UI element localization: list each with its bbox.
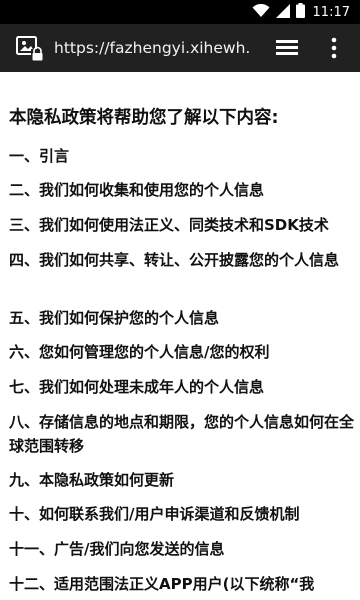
overflow-menu-icon[interactable] [326, 36, 342, 60]
page-heading: 本隐私政策将帮助您了解以下内容: [9, 108, 279, 128]
toc-item-manage-rights: 六、您如何管理您的个人信息/您的权利 [9, 343, 270, 361]
wifi-icon [252, 3, 270, 22]
toc-item-protect: 五、我们如何保护您的个人信息 [9, 309, 220, 327]
status-icons: 11:17 [252, 0, 350, 24]
toc-item-minors: 七、我们如何处理未成年人的个人信息 [9, 378, 265, 396]
tabs-icon[interactable] [274, 36, 300, 60]
toc-item-sdk: 三、我们如何使用法正义、同类技术和SDK技术 [9, 216, 329, 234]
page-content: 本隐私政策将帮助您了解以下内容: 一、引言 二、我们如何收集和使用您的个人信息 … [0, 72, 360, 600]
battery-icon [295, 2, 305, 22]
toc-item-scope: 十二、适用范围法正义APP用户(以下统称“我 [9, 575, 315, 593]
site-security-icon[interactable] [16, 36, 46, 62]
browser-toolbar: https://fazhengyi.xihewh. [0, 24, 360, 72]
toc-item-contact: 十、如何联系我们/用户申诉渠道和反馈机制 [9, 505, 300, 523]
toc-item-share-transfer: 四、我们如何共享、转让、公开披露您的个人信息 [9, 251, 340, 269]
status-bar: 11:17 [0, 0, 360, 24]
status-time: 11:17 [312, 4, 350, 20]
toc-item-collect-use: 二、我们如何收集和使用您的个人信息 [9, 181, 265, 199]
toc-item-storage-transfer: 八、存储信息的地点和期限，您的个人信息如何在全球范围转移 [9, 413, 355, 455]
toc-item-updates: 九、本隐私政策如何更新 [9, 471, 175, 489]
toc-item-introduction: 一、引言 [9, 147, 70, 165]
toc-item-ads: 十一、广告/我们向您发送的信息 [9, 540, 225, 558]
url-bar[interactable]: https://fazhengyi.xihewh. [54, 24, 264, 72]
signal-icon [275, 3, 290, 22]
